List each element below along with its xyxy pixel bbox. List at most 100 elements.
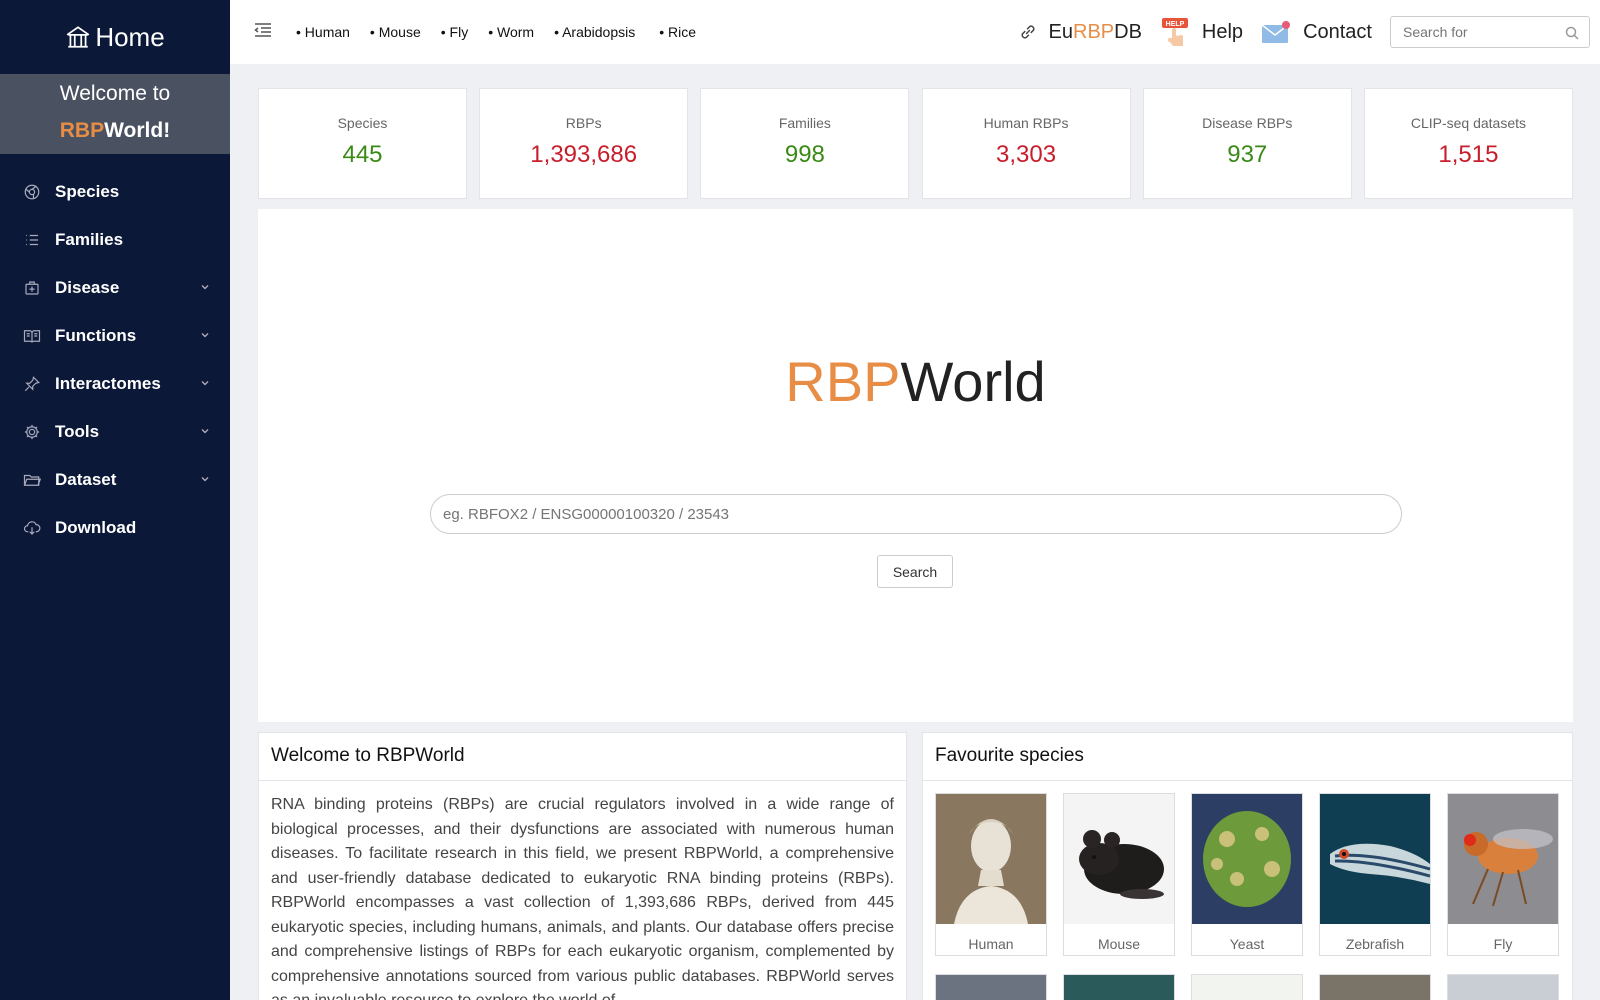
stat-card-disease-rbps: Disease RBPs 937 — [1142, 88, 1352, 199]
sidebar-item-species[interactable]: Species — [0, 168, 230, 216]
species-card-name: Mouse — [1097, 936, 1141, 952]
sidebar-item-download[interactable]: Download — [0, 504, 230, 552]
yeast-image — [1192, 794, 1302, 924]
fly-image — [1448, 794, 1558, 924]
species-card-human[interactable]: Human — [935, 793, 1047, 956]
eurbpdb-part-db: DB — [1114, 20, 1142, 43]
top-bar-right: EuRBPDB HELP Help Contact — [1017, 0, 1600, 64]
sidebar-item-disease[interactable]: Disease — [0, 264, 230, 312]
species-card[interactable] — [1191, 974, 1303, 1000]
contact-label: Contact — [1303, 20, 1372, 43]
sidebar-item-label: Tools — [55, 422, 100, 441]
top-search — [1390, 16, 1590, 48]
sidebar-item-functions[interactable]: Functions — [0, 312, 230, 360]
top-search-input[interactable] — [1391, 17, 1589, 47]
sidebar-item-families[interactable]: Families — [0, 216, 230, 264]
brand-part-rbp: RBP — [59, 119, 105, 142]
help-link[interactable]: HELP Help — [1160, 17, 1243, 47]
species-card[interactable] — [935, 974, 1047, 1000]
stat-label: Disease RBPs — [1202, 115, 1293, 131]
help-hand-icon: HELP — [1161, 18, 1188, 46]
stat-card-rbps: RBPs 1,393,686 — [479, 88, 689, 199]
help-badge: HELP — [1166, 21, 1185, 28]
cloud-download-icon — [23, 519, 41, 537]
chevron-down-icon — [201, 429, 209, 434]
hero-search-button[interactable]: Search — [877, 555, 953, 588]
species-card-name: Fly — [1493, 936, 1513, 952]
species-link-fly[interactable]: • Fly — [441, 24, 468, 40]
home-label: Home — [95, 21, 165, 52]
sidebar-item-interactomes[interactable]: Interactomes — [0, 360, 230, 408]
gear-icon — [23, 423, 41, 441]
sidebar-item-label: Disease — [55, 278, 120, 297]
stat-card-families: Families 998 — [700, 88, 910, 199]
sidebar: Home Welcome to RBPWorld! Species Famili… — [0, 0, 230, 1000]
book-icon — [23, 327, 41, 345]
mail-icon — [1261, 21, 1291, 43]
species-card[interactable] — [1063, 974, 1175, 1000]
zebrafish-image — [1320, 794, 1431, 924]
species-card[interactable] — [1447, 974, 1559, 1000]
chevron-down-icon — [201, 333, 209, 338]
stat-label: Species — [337, 115, 388, 131]
hero-search-input[interactable] — [431, 495, 1401, 533]
stat-value: 998 — [784, 141, 825, 168]
favourite-species-panel: Favourite species Human Mouse Yeast Zebr… — [922, 732, 1573, 1000]
brand-part-world: World! — [104, 119, 171, 142]
eurbpdb-link[interactable]: EuRBPDB — [1017, 21, 1142, 44]
sidebar-welcome: Welcome to RBPWorld! — [0, 74, 230, 154]
folder-icon — [23, 471, 41, 489]
chevron-down-icon — [201, 381, 209, 386]
species-card-fly[interactable]: Fly — [1447, 793, 1559, 956]
stat-card-species: Species 445 — [258, 88, 467, 199]
sidebar-item-label: Families — [55, 230, 124, 249]
species-quick-links: • Human • Mouse • Fly • Worm • Arabidops… — [296, 24, 716, 40]
medkit-icon — [23, 279, 41, 297]
hero-title-world: World — [900, 350, 1046, 413]
favourite-panel-title: Favourite species — [923, 733, 1572, 781]
help-label: Help — [1201, 20, 1244, 43]
stat-label: Human RBPs — [983, 115, 1069, 131]
welcome-panel-text: RNA binding proteins (RBPs) are crucial … — [271, 796, 894, 1000]
species-card-yeast[interactable]: Yeast — [1191, 793, 1303, 956]
top-bar: • Human • Mouse • Fly • Worm • Arabidops… — [230, 0, 1600, 64]
search-icon[interactable] — [1565, 26, 1579, 40]
human-bust-image — [936, 794, 1046, 924]
mouse-image — [1064, 794, 1174, 924]
sidebar-item-label: Dataset — [55, 470, 117, 489]
stat-value: 937 — [1227, 141, 1268, 168]
hero-title: RBPWorld — [258, 349, 1573, 414]
sidebar-menu: Species Families Disease Functions Inter… — [0, 168, 230, 552]
sidebar-item-label: Functions — [55, 326, 137, 345]
species-icon — [23, 183, 41, 201]
stat-label: RBPs — [565, 115, 602, 131]
species-card-mouse[interactable]: Mouse — [1063, 793, 1175, 956]
contact-link[interactable]: Contact — [1261, 20, 1372, 44]
link-icon — [1021, 25, 1035, 39]
stat-label: CLIP-seq datasets — [1410, 115, 1527, 131]
species-link-rice[interactable]: • Rice — [659, 24, 696, 40]
home-link[interactable]: Home — [0, 0, 230, 74]
species-link-mouse[interactable]: • Mouse — [370, 24, 421, 40]
list-icon — [23, 231, 41, 249]
eurbpdb-label: EuRBPDB — [1049, 21, 1142, 44]
hero-search: RBPWorld Search — [258, 209, 1573, 722]
menu-toggle-icon[interactable] — [254, 22, 272, 38]
species-link-human[interactable]: • Human — [296, 24, 350, 40]
sidebar-item-label: Interactomes — [55, 374, 161, 393]
species-link-arabidopsis[interactable]: • Arabidopsis — [554, 24, 635, 40]
species-card-name: Human — [968, 936, 1014, 952]
favourite-species-grid: Human Mouse Yeast Zebrafish Fly — [923, 781, 1572, 956]
chevron-down-icon — [201, 477, 209, 482]
welcome-line: Welcome to — [59, 82, 171, 105]
sidebar-item-dataset[interactable]: Dataset — [0, 456, 230, 504]
species-link-worm[interactable]: • Worm — [488, 24, 534, 40]
species-card[interactable] — [1319, 974, 1431, 1000]
stat-value: 3,303 — [996, 141, 1057, 168]
sidebar-item-label: Species — [55, 182, 120, 201]
sidebar-item-tools[interactable]: Tools — [0, 408, 230, 456]
welcome-brand: RBPWorld! — [0, 110, 230, 152]
hero-title-rbp: RBP — [785, 350, 901, 413]
species-card-zebrafish[interactable]: Zebrafish — [1319, 793, 1431, 956]
stats-row: Species 445 RBPs 1,393,686 Families 998 … — [258, 88, 1573, 199]
